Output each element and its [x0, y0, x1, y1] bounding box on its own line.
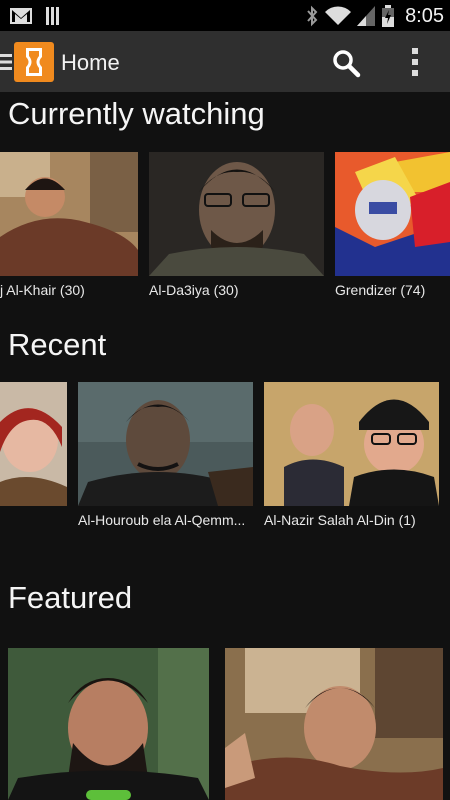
section-title-featured: Featured — [8, 580, 133, 615]
app-title: Home — [61, 50, 120, 75]
featured-thumbnail-1[interactable] — [8, 648, 209, 800]
battery-icon — [382, 5, 395, 27]
section-title-recent: Recent — [8, 327, 107, 362]
gmail-icon — [10, 8, 32, 24]
currently-watching-thumbnail-3[interactable] — [335, 152, 450, 276]
app-bar: Home — [0, 31, 450, 92]
recent-caption-3: Al-Nazir Salah Al-Din (1) — [264, 512, 416, 528]
recent-thumbnail-2[interactable] — [78, 382, 253, 506]
signal-bars-icon — [46, 7, 59, 25]
currently-watching-caption-2: Al-Da3iya (30) — [149, 282, 239, 298]
menu-icon[interactable] — [0, 53, 12, 71]
recent-thumbnail-1[interactable] — [0, 382, 67, 506]
currently-watching-thumbnail-2[interactable] — [149, 152, 324, 276]
cell-signal-icon — [357, 6, 376, 26]
more-vert-icon[interactable] — [404, 46, 426, 78]
wifi-icon — [325, 6, 352, 26]
currently-watching-thumbnail-1[interactable] — [0, 152, 138, 276]
currently-watching-caption-3: Grendizer (74) — [335, 282, 426, 298]
status-time: 8:05 — [405, 5, 444, 27]
app-logo-icon[interactable] — [14, 42, 54, 82]
section-title-currently-watching: Currently watching — [8, 96, 265, 131]
featured-thumbnail-2[interactable] — [225, 648, 443, 800]
recent-thumbnail-3[interactable] — [264, 382, 439, 506]
search-icon[interactable] — [331, 48, 361, 78]
status-bar: 8:05 — [0, 0, 450, 31]
bluetooth-icon — [307, 5, 318, 27]
recent-caption-2: Al-Houroub ela Al-Qemm... — [78, 512, 246, 528]
currently-watching-caption-1: j Al-Khair (30) — [0, 282, 85, 298]
